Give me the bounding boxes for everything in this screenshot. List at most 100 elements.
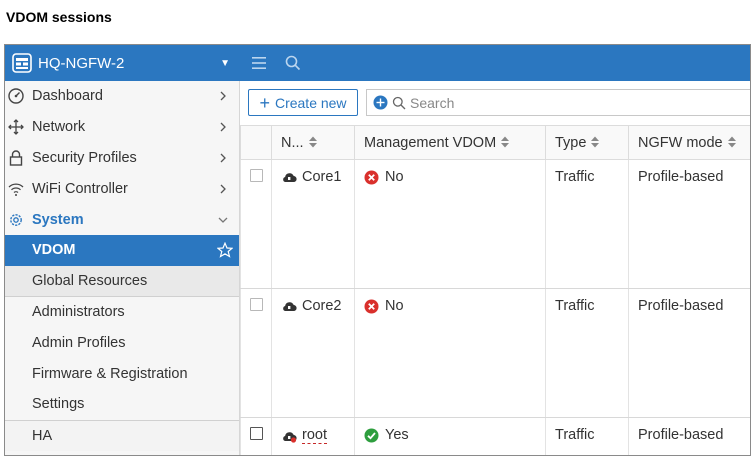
column-header-label: N...: [281, 134, 304, 151]
star-icon[interactable]: [217, 242, 233, 259]
table-row[interactable]: Core1 No Traffic Profile-based: [240, 159, 750, 289]
search-input[interactable]: [410, 94, 710, 111]
chevron-right-icon: [220, 184, 226, 194]
row-checkbox[interactable]: [250, 169, 263, 182]
row-checkbox[interactable]: [250, 298, 263, 311]
column-header-label: Type: [555, 134, 587, 151]
sidebar: Dashboard Network Security Profiles WiFi…: [5, 81, 240, 455]
sidebar-item-label: Network: [32, 119, 86, 136]
lock-icon: [9, 150, 23, 166]
row-select-cell: [240, 288, 272, 418]
sort-icon: [308, 136, 317, 147]
type-cell: Traffic: [545, 159, 629, 289]
vdom-name: Core2: [302, 298, 342, 314]
cloud-icon: [283, 173, 297, 183]
chevron-down-icon: [218, 217, 228, 223]
page-caption: VDOM sessions: [6, 9, 112, 25]
search-icon[interactable]: [284, 54, 302, 72]
table-header-row: N... Management VDOM Type NGFW mode: [240, 125, 750, 160]
sort-icon: [591, 136, 600, 147]
cloud-root-icon: [283, 431, 297, 443]
sidebar-item-ha[interactable]: HA: [5, 419, 239, 451]
create-new-label: Create new: [274, 94, 347, 111]
sort-icon: [727, 136, 736, 147]
no-status-icon: [364, 170, 379, 184]
type-cell: Traffic: [545, 417, 629, 455]
sidebar-item-administrators[interactable]: Administrators: [5, 297, 239, 328]
search-options-icon[interactable]: [373, 95, 388, 110]
plus-icon: +: [259, 92, 270, 113]
sidebar-item-label: VDOM: [32, 242, 76, 259]
management-vdom-cell: No: [354, 288, 546, 418]
wifi-icon: [8, 183, 24, 196]
vdom-table: N... Management VDOM Type NGFW mode Core…: [240, 125, 750, 455]
table-row[interactable]: root Yes Traffic Profile-based: [240, 417, 750, 455]
column-header-name[interactable]: N...: [271, 125, 355, 160]
device-selector[interactable]: HQ-NGFW-2 ▼: [5, 45, 240, 81]
device-name: HQ-NGFW-2: [38, 54, 125, 72]
chevron-right-icon: [220, 122, 226, 132]
gear-icon: [10, 213, 22, 226]
column-header-management-vdom[interactable]: Management VDOM: [354, 125, 546, 160]
management-vdom-value: Yes: [385, 427, 409, 443]
top-bar: HQ-NGFW-2 ▼: [5, 45, 750, 81]
column-header-checkbox: [240, 125, 272, 160]
chevron-right-icon: [220, 91, 226, 101]
search-box: [366, 89, 750, 116]
management-vdom-value: No: [385, 298, 404, 314]
name-cell: root: [271, 417, 355, 455]
sidebar-item-label: Security Profiles: [32, 149, 137, 166]
app-window: HQ-NGFW-2 ▼ Dashboard Network Security P…: [4, 44, 751, 456]
create-new-button[interactable]: + Create new: [248, 89, 358, 116]
network-icon: [8, 119, 24, 136]
no-status-icon: [364, 299, 379, 313]
sidebar-item-firmware-registration[interactable]: Firmware & Registration: [5, 358, 239, 389]
column-header-type[interactable]: Type: [545, 125, 629, 160]
sidebar-item-label: Admin Profiles: [32, 334, 126, 351]
cloud-icon: [283, 302, 297, 312]
management-vdom-cell: Yes: [354, 417, 546, 455]
ngfw-mode-cell: Profile-based: [628, 417, 750, 455]
sidebar-item-label: HA: [32, 427, 53, 444]
search-icon: [392, 96, 406, 109]
sidebar-item-label: Dashboard: [32, 88, 103, 105]
management-vdom-value: No: [385, 169, 404, 185]
firewall-device-icon: [12, 53, 32, 73]
sidebar-item-label: Global Resources: [32, 272, 148, 289]
column-header-label: Management VDOM: [364, 134, 497, 151]
ngfw-mode-cell: Profile-based: [628, 288, 750, 418]
sidebar-item-label: WiFi Controller: [32, 180, 128, 197]
vdom-name: Core1: [302, 169, 342, 185]
sidebar-item-label: Administrators: [32, 303, 125, 320]
table-row[interactable]: Core2 No Traffic Profile-based: [240, 288, 750, 418]
sort-icon: [501, 136, 510, 147]
dashboard-icon: [8, 88, 24, 105]
yes-status-icon: [364, 428, 379, 442]
sidebar-item-label: Firmware & Registration: [32, 365, 188, 382]
row-select-cell: [240, 159, 272, 289]
sidebar-item-dashboard[interactable]: Dashboard: [5, 81, 239, 112]
hamburger-menu-icon[interactable]: [250, 54, 268, 72]
type-cell: Traffic: [545, 288, 629, 418]
column-header-label: NGFW mode: [638, 134, 723, 151]
vdom-name: root: [302, 427, 327, 444]
sidebar-item-global-resources[interactable]: Global Resources: [5, 265, 239, 297]
sidebar-item-network[interactable]: Network: [5, 112, 239, 143]
sidebar-item-settings[interactable]: Settings: [5, 389, 239, 420]
main-content: + Create new Search N... Management VDOM…: [240, 81, 750, 455]
name-cell: Core2: [271, 288, 355, 418]
management-vdom-cell: No: [354, 159, 546, 289]
sidebar-item-admin-profiles[interactable]: Admin Profiles: [5, 327, 239, 358]
caret-down-icon: ▼: [220, 57, 230, 69]
sidebar-item-security-profiles[interactable]: Security Profiles: [5, 143, 239, 174]
sidebar-item-label: System: [32, 211, 84, 228]
sidebar-item-wifi-controller[interactable]: WiFi Controller: [5, 173, 239, 204]
column-header-ngfw-mode[interactable]: NGFW mode: [628, 125, 750, 160]
toolbar: + Create new: [240, 81, 750, 127]
sidebar-item-vdom[interactable]: VDOM: [5, 234, 239, 266]
row-select-cell: [240, 417, 272, 455]
chevron-right-icon: [220, 153, 226, 163]
sidebar-item-system[interactable]: System: [5, 204, 239, 235]
row-checkbox[interactable]: [250, 427, 263, 440]
sidebar-item-label: Settings: [32, 396, 85, 413]
